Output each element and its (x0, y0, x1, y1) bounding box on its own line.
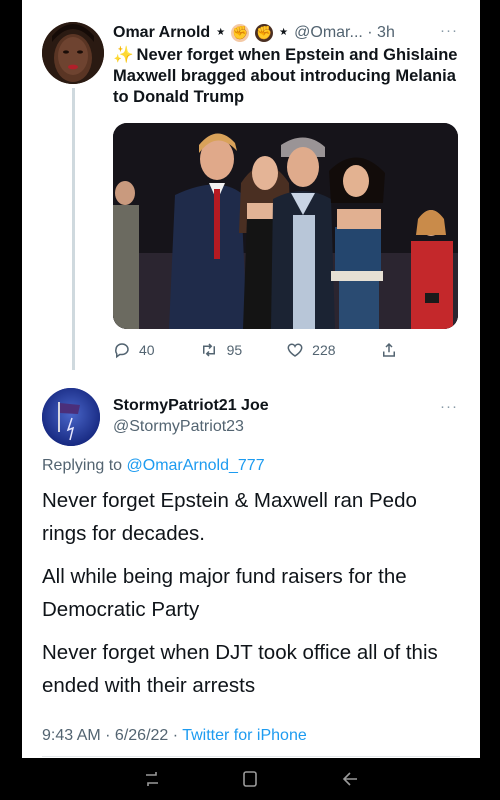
tweet-thread-card: Omar Arnold ★ ✊ ✊ ★ @Omar... · 3h ··· ✨ N… (22, 0, 480, 758)
tweet1-photo[interactable] (113, 123, 458, 329)
raised-fist-light-icon: ✊ (231, 24, 250, 42)
tweet1-author-name[interactable]: Omar Arnold (113, 24, 210, 42)
tweet1-text: ✨ Never forget when Epstein and Ghislaine… (113, 45, 463, 108)
replying-to-link[interactable]: @OmarArnold_777 (127, 457, 265, 474)
star-icon: ★ (279, 27, 289, 38)
share-button[interactable] (380, 341, 406, 359)
share-icon (382, 342, 395, 357)
tweet2-author-name[interactable]: StormyPatriot21 Joe (113, 397, 269, 415)
replying-prefix: Replying to (42, 457, 127, 474)
tweet1-body: Never forget when Epstein and Ghislaine … (113, 46, 458, 106)
star-icon: ★ (216, 27, 226, 38)
divider (42, 756, 460, 757)
tweet2-meta: 9:43 AM · 6/26/22 · Twitter for iPhone (42, 727, 307, 745)
like-button[interactable]: 228 (286, 341, 336, 359)
home-icon[interactable] (240, 770, 260, 788)
retweet-button[interactable]: 95 (199, 341, 243, 359)
tweet2-source[interactable]: Twitter for iPhone (182, 727, 307, 744)
recents-icon[interactable] (142, 770, 162, 788)
tweet1-handle-time[interactable]: @Omar... · 3h (294, 24, 395, 42)
like-count: 228 (312, 342, 336, 358)
avatar-omar-arnold[interactable] (42, 22, 104, 84)
thread-connector-line (72, 88, 75, 370)
heart-icon (287, 343, 303, 357)
back-icon[interactable] (340, 770, 360, 788)
tweet1-more-icon[interactable]: ··· (440, 22, 458, 39)
reply-button[interactable]: 40 (113, 341, 155, 359)
tweet2-paragraph: Never forget when DJT took office all of… (42, 641, 438, 697)
tweet2-more-icon[interactable]: ··· (440, 398, 458, 415)
tweet2-handle[interactable]: @StormyPatriot23 (113, 418, 244, 436)
tweet2-timestamp[interactable]: 9:43 AM · 6/26/22 · (42, 727, 182, 744)
avatar-stormypatriot[interactable] (42, 388, 100, 446)
raised-fist-dark-icon: ✊ (255, 24, 274, 42)
retweet-icon (202, 343, 215, 357)
tweet2-text: Never forget Epstein & Maxwell ran Pedo … (42, 484, 462, 712)
retweet-count: 95 (226, 342, 243, 358)
tweet2-paragraph: Never forget Epstein & Maxwell ran Pedo … (42, 489, 417, 545)
tweet1-header: Omar Arnold ★ ✊ ✊ ★ @Omar... · 3h (113, 22, 473, 44)
android-navigation-bar (0, 758, 500, 800)
tweet1-actions: 40 95 228 (113, 340, 413, 360)
sparkles-icon: ✨ (113, 46, 134, 64)
replying-to-line: Replying to @OmarArnold_777 (42, 457, 265, 475)
reply-count: 40 (139, 342, 155, 358)
reply-icon (115, 343, 129, 359)
tweet2-paragraph: All while being major fund raisers for t… (42, 565, 407, 621)
screen: Omar Arnold ★ ✊ ✊ ★ @Omar... · 3h ··· ✨ N… (0, 0, 500, 800)
